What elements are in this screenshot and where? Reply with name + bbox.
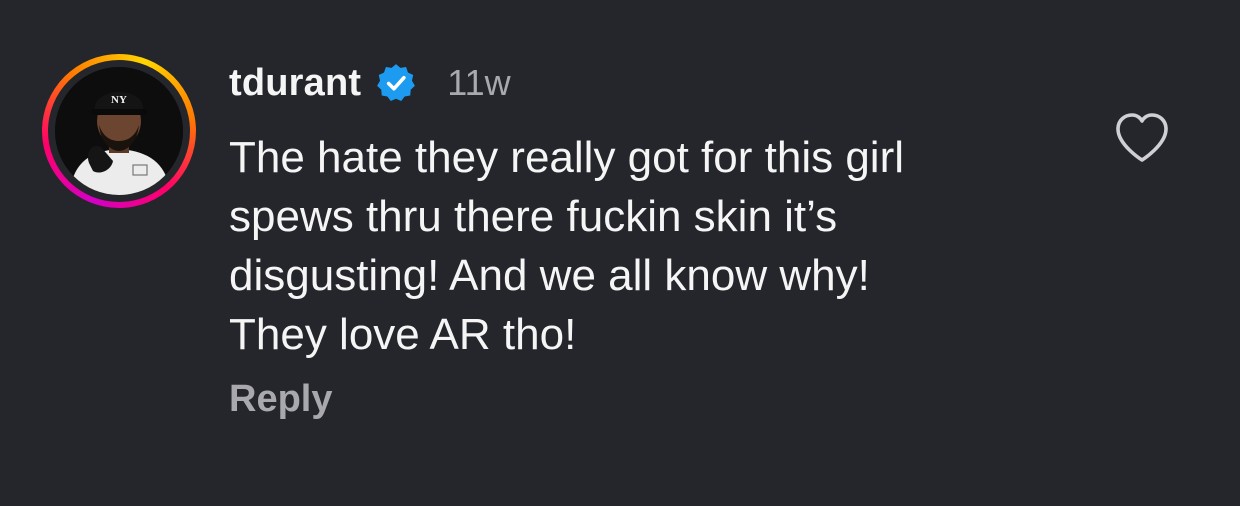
avatar-story-ring[interactable]: NY	[42, 54, 196, 208]
timestamp: 11w	[447, 62, 511, 103]
comment-text: The hate they really got for this girl s…	[229, 133, 904, 359]
verified-badge-icon	[375, 62, 417, 104]
reply-button[interactable]: Reply	[229, 378, 332, 421]
comment: NY tdurant 11w The hate they really got …	[0, 0, 1240, 506]
avatar[interactable]: NY	[55, 67, 183, 195]
username[interactable]: tdurant	[229, 62, 361, 105]
cap-logo: NY	[111, 94, 127, 106]
comment-header: tdurant 11w	[229, 58, 511, 108]
avatar-photo: NY	[55, 67, 183, 195]
heart-outline-icon[interactable]	[1112, 110, 1172, 166]
